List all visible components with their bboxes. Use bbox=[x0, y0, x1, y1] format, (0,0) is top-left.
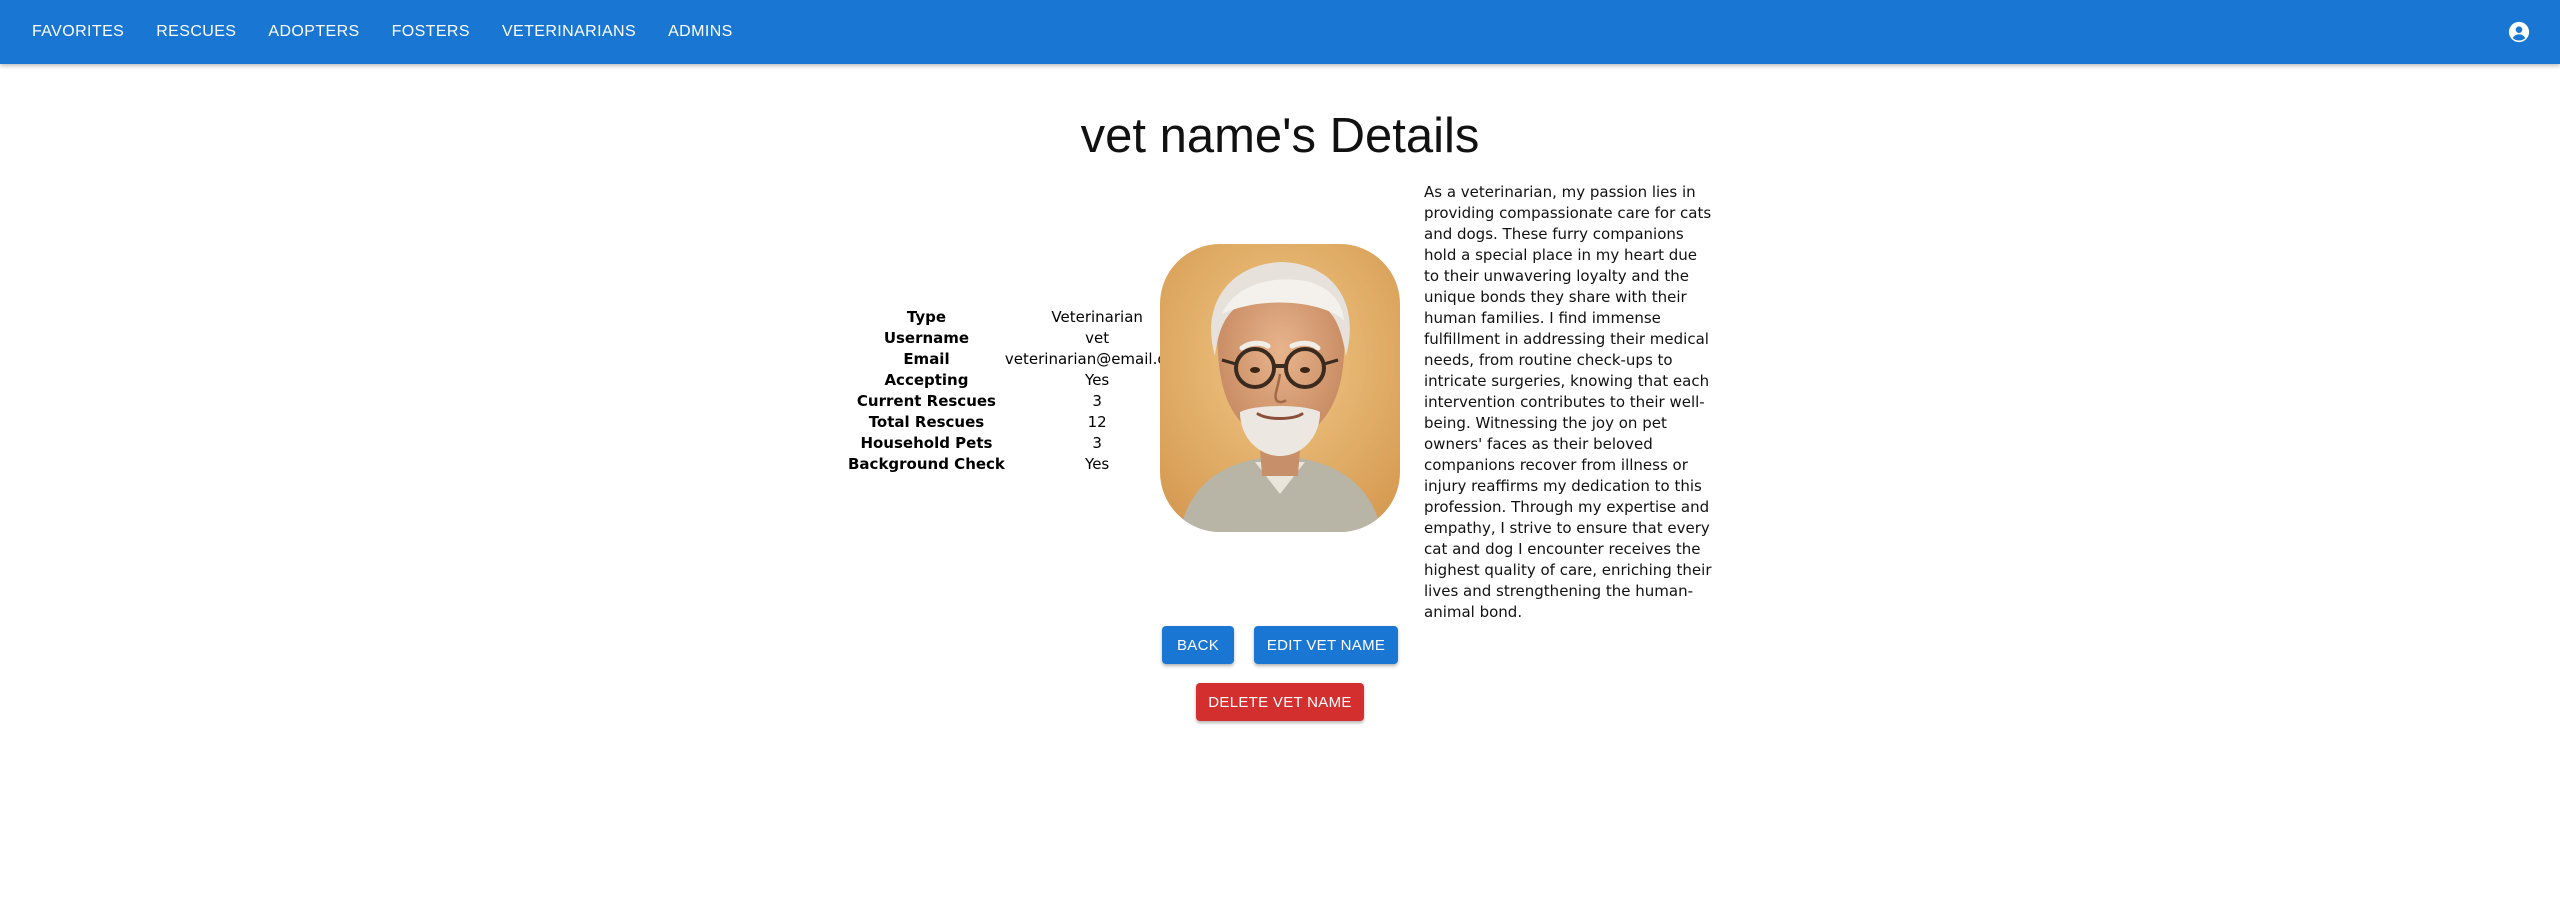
detail-label: Type bbox=[906, 308, 947, 326]
detail-row-username: Username vet bbox=[848, 328, 1189, 349]
detail-label: Total Rescues bbox=[868, 413, 985, 431]
page-title: vet name's Details bbox=[1080, 109, 1480, 163]
detail-row-total-rescues: Total Rescues 12 bbox=[848, 412, 1189, 433]
delete-vet-button[interactable]: DELETE VET NAME bbox=[1196, 683, 1364, 721]
nav-veterinarians[interactable]: VETERINARIANS bbox=[494, 15, 644, 49]
detail-row-household-pets: Household Pets 3 bbox=[848, 433, 1189, 454]
vet-portrait-image bbox=[1160, 244, 1400, 532]
nav-admins[interactable]: ADMINS bbox=[660, 15, 741, 49]
edit-vet-button[interactable]: EDIT VET NAME bbox=[1254, 626, 1398, 664]
detail-row-type: Type Veterinarian bbox=[848, 307, 1189, 328]
nav-rescues[interactable]: RESCUES bbox=[148, 15, 244, 49]
nav-favorites[interactable]: FAVORITES bbox=[24, 15, 132, 49]
detail-label: Current Rescues bbox=[856, 392, 996, 410]
detail-row-accepting: Accepting Yes bbox=[848, 370, 1189, 391]
detail-row-current-rescues: Current Rescues 3 bbox=[848, 391, 1189, 412]
detail-label: Email bbox=[903, 350, 950, 368]
detail-row-email: Email veterinarian@email.com bbox=[848, 349, 1189, 370]
main-nav: FAVORITES RESCUES ADOPTERS FOSTERS VETER… bbox=[24, 15, 757, 49]
top-app-bar: FAVORITES RESCUES ADOPTERS FOSTERS VETER… bbox=[0, 0, 2560, 64]
account-circle-icon[interactable] bbox=[2508, 21, 2530, 43]
detail-label: Household Pets bbox=[860, 434, 993, 452]
back-button[interactable]: BACK bbox=[1162, 626, 1234, 664]
vet-details-table: Type Veterinarian Username vet Email vet… bbox=[848, 307, 1189, 475]
nav-adopters[interactable]: ADOPTERS bbox=[260, 15, 367, 49]
nav-fosters[interactable]: FOSTERS bbox=[384, 15, 478, 49]
detail-label: Accepting bbox=[884, 371, 969, 389]
vet-bio-text: As a veterinarian, my passion lies in pr… bbox=[1424, 183, 1712, 621]
detail-row-background-check: Background Check Yes bbox=[848, 454, 1189, 475]
detail-label: Username bbox=[883, 329, 970, 347]
detail-label: Background Check bbox=[848, 455, 1005, 473]
